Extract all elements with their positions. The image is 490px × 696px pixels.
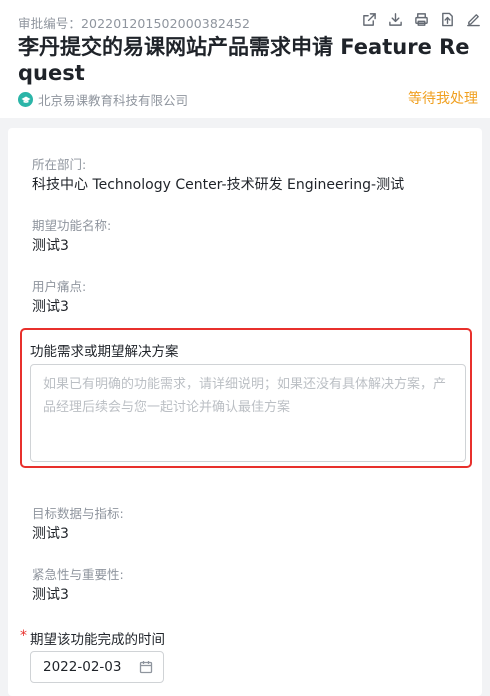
field-value-department: 科技中心 Technology Center-技术研发 Engineering-… [32, 177, 405, 193]
download-icon[interactable] [386, 10, 404, 28]
field-label-urgency: 紧急性与重要性: [32, 567, 124, 582]
field-value-pain-point: 测试3 [32, 299, 69, 315]
field-value-urgency: 测试3 [32, 587, 69, 603]
field-label-pain-point: 用户痛点: [32, 279, 87, 294]
page-title: 李丹提交的易课网站产品需求申请 Feature Request [18, 35, 470, 85]
solution-label: 功能需求或期望解决方案 [30, 344, 179, 360]
solution-textarea[interactable] [30, 364, 466, 462]
field-label-target-metrics: 目标数据与指标: [32, 506, 124, 521]
field-value-feature-name: 测试3 [32, 238, 69, 254]
approval-header: 审批编号：202201201502000382452 李丹提交的易课网站产品需求… [0, 0, 490, 118]
external-link-icon[interactable] [360, 10, 378, 28]
header-toolbar [360, 10, 482, 28]
company-name: 北京易课教育科技有限公司 [38, 93, 189, 108]
field-label-department: 所在部门: [32, 157, 87, 172]
completion-date-picker[interactable]: 2022-02-03 [30, 651, 164, 683]
status-badge: 等待我处理 [408, 91, 478, 107]
graduation-cap-icon [18, 92, 33, 107]
print-icon[interactable] [412, 10, 430, 28]
field-value-target-metrics: 测试3 [32, 526, 69, 542]
export-file-icon[interactable] [438, 10, 456, 28]
field-label-feature-name: 期望功能名称: [32, 218, 112, 233]
form-card: 所在部门: 科技中心 Technology Center-技术研发 Engine… [8, 128, 482, 696]
completion-date-label: 期望该功能完成的时间 [30, 632, 165, 648]
company-info: 北京易课教育科技有限公司 [18, 90, 188, 109]
edit-icon[interactable] [464, 10, 482, 28]
approval-number: 审批编号：202201201502000382452 [18, 16, 251, 31]
completion-date-value[interactable]: 2022-02-03 [43, 659, 121, 675]
required-mark: * [20, 628, 27, 644]
calendar-icon[interactable] [139, 660, 153, 674]
